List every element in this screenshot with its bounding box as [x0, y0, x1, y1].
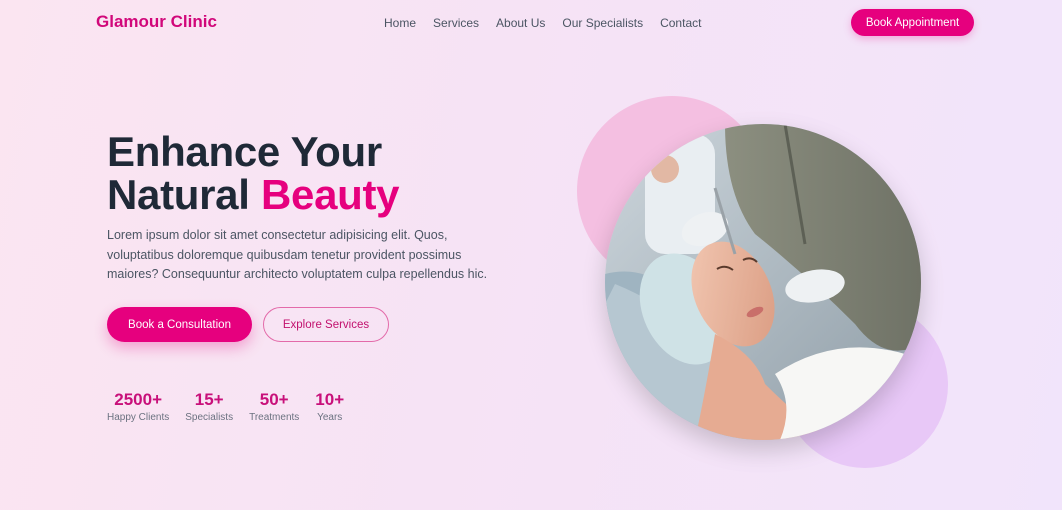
- nav-item-contact[interactable]: Contact: [660, 16, 701, 30]
- stat-value: 10+: [315, 390, 345, 409]
- hero-title-line2-prefix: Natural: [107, 171, 261, 218]
- book-consultation-button[interactable]: Book a Consultation: [107, 307, 252, 342]
- hero-title-line1: Enhance Your: [107, 128, 382, 175]
- stat-value: 50+: [259, 390, 289, 409]
- stat-label: Treatments: [249, 412, 300, 423]
- stat-value: 2500+: [114, 390, 162, 409]
- nav-item-home[interactable]: Home: [384, 16, 416, 30]
- stat-label: Years: [317, 412, 343, 423]
- stat-specialists: 15+ Specialists: [185, 390, 233, 423]
- stat-years: 10+ Years: [315, 390, 344, 423]
- book-appointment-button[interactable]: Book Appointment: [851, 9, 974, 36]
- hero-description: Lorem ipsum dolor sit amet consectetur a…: [107, 228, 488, 281]
- hero-title-accent: Beauty: [260, 171, 400, 218]
- logo[interactable]: Glamour Clinic: [96, 12, 217, 32]
- facial-treatment-illustration: [605, 124, 921, 440]
- stat-happy-clients: 2500+ Happy Clients: [107, 390, 169, 423]
- nav-item-about-us[interactable]: About Us: [496, 16, 545, 30]
- stat-label: Happy Clients: [107, 412, 170, 423]
- hero-title: Enhance Your Natural Beauty: [107, 130, 527, 216]
- stat-treatments: 50+ Treatments: [249, 390, 299, 423]
- explore-services-button[interactable]: Explore Services: [263, 307, 389, 342]
- stats-row: 2500+ Happy Clients 15+ Specialists 50+ …: [107, 390, 360, 423]
- stat-label: Specialists: [185, 412, 234, 423]
- top-navigation: Glamour Clinic Home Services About Us Ou…: [0, 0, 1062, 46]
- nav-item-services[interactable]: Services: [433, 16, 479, 30]
- stat-value: 15+: [194, 390, 224, 409]
- hero-image-facial-treatment: [605, 124, 921, 440]
- nav-menu: Home Services About Us Our Specialists C…: [384, 16, 718, 30]
- nav-item-our-specialists[interactable]: Our Specialists: [562, 16, 643, 30]
